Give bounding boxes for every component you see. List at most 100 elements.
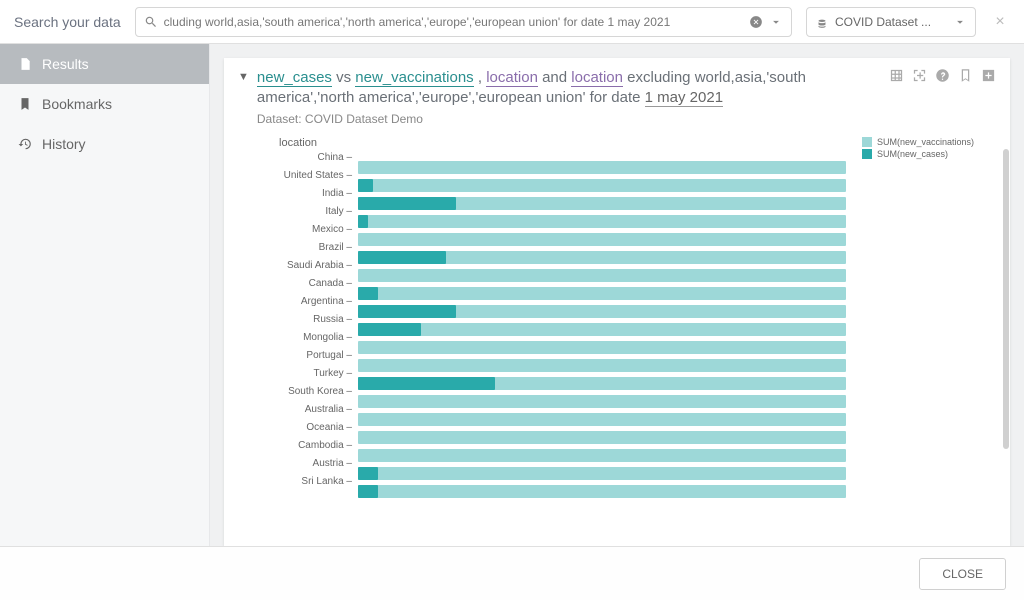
bar-row xyxy=(358,267,846,285)
bar-row xyxy=(358,159,846,177)
table-icon[interactable] xyxy=(889,68,904,83)
axis-label: Brazil – xyxy=(238,239,358,257)
bar-row xyxy=(358,177,846,195)
bar-row xyxy=(358,249,846,267)
scrollbar-thumb[interactable] xyxy=(1003,149,1009,449)
axis-label: Canada – xyxy=(238,275,358,293)
bar-row xyxy=(358,465,846,483)
card-action-icons xyxy=(889,68,996,83)
clear-query-icon[interactable] xyxy=(749,15,763,29)
chevron-down-icon[interactable] xyxy=(769,15,783,29)
bar-cases xyxy=(358,485,378,498)
axis-label: Oceania – xyxy=(238,419,358,437)
bookmark-outline-icon[interactable] xyxy=(958,68,973,83)
chart: location China –United States –India –It… xyxy=(224,131,1010,491)
sidebar: Results Bookmarks History xyxy=(0,44,210,546)
search-label: Search your data xyxy=(14,14,121,30)
help-icon[interactable] xyxy=(935,68,950,83)
sidebar-item-results[interactable]: Results xyxy=(0,44,209,84)
expand-icon[interactable] xyxy=(912,68,927,83)
bar-vaccinations xyxy=(358,395,846,408)
result-card: ▼ new_cases vs new_vaccinations , locati… xyxy=(224,58,1010,546)
bar-vaccinations xyxy=(358,359,846,372)
search-input[interactable]: cluding world,asia,'south america','nort… xyxy=(135,7,792,37)
bar-row xyxy=(358,231,846,249)
sidebar-item-history[interactable]: History xyxy=(0,124,209,164)
bar-vaccinations xyxy=(358,413,846,426)
card-header: ▼ new_cases vs new_vaccinations , locati… xyxy=(224,58,1010,131)
axis-label: Mexico – xyxy=(238,221,358,239)
bar-cases xyxy=(358,215,368,228)
axis-label: United States – xyxy=(238,167,358,185)
sidebar-item-label: History xyxy=(42,136,86,152)
search-query-text: cluding world,asia,'south america','nort… xyxy=(164,15,743,29)
legend-item: SUM(new_cases) xyxy=(862,149,996,159)
close-icon[interactable]: × xyxy=(990,13,1010,31)
dataset-icon xyxy=(815,15,829,29)
bar-vaccinations xyxy=(358,161,846,174)
dataset-selector[interactable]: COVID Dataset ... xyxy=(806,7,976,37)
bar-cases xyxy=(358,197,456,210)
search-icon xyxy=(144,15,158,29)
axis-label: Italy – xyxy=(238,203,358,221)
dataset-label: Dataset: COVID Dataset Demo xyxy=(257,111,889,127)
bar-vaccinations xyxy=(358,215,846,228)
content: ▼ new_cases vs new_vaccinations , locati… xyxy=(210,44,1024,546)
bar-row xyxy=(358,195,846,213)
sidebar-item-bookmarks[interactable]: Bookmarks xyxy=(0,84,209,124)
bar-vaccinations xyxy=(358,233,846,246)
body: Results Bookmarks History ▼ new_cases vs… xyxy=(0,44,1024,546)
bar-vaccinations xyxy=(358,179,846,192)
axis-label: Russia – xyxy=(238,311,358,329)
bar-row xyxy=(358,285,846,303)
axis-label: Mongolia – xyxy=(238,329,358,347)
bar-vaccinations xyxy=(358,341,846,354)
axis-label: Saudi Arabia – xyxy=(238,257,358,275)
bar-row xyxy=(358,321,846,339)
axis-label: South Korea – xyxy=(238,383,358,401)
bar-vaccinations xyxy=(358,323,846,336)
dataset-name: COVID Dataset ... xyxy=(835,15,947,29)
bar-row xyxy=(358,357,846,375)
footer: CLOSE xyxy=(0,546,1024,600)
axis-label: Sri Lanka – xyxy=(238,473,358,491)
legend: SUM(new_vaccinations) SUM(new_cases) xyxy=(846,137,996,481)
bar-vaccinations xyxy=(358,287,846,300)
bar-cases xyxy=(358,305,456,318)
bar-vaccinations xyxy=(358,485,846,498)
bar-row xyxy=(358,393,846,411)
axis-label: Australia – xyxy=(238,401,358,419)
axis-label: Cambodia – xyxy=(238,437,358,455)
bar-cases xyxy=(358,287,378,300)
bar-cases xyxy=(358,467,378,480)
bar-vaccinations xyxy=(358,431,846,444)
bar-cases xyxy=(358,323,421,336)
bar-cases xyxy=(358,377,495,390)
bar-row xyxy=(358,483,846,501)
bookmark-icon xyxy=(18,97,32,111)
close-button[interactable]: CLOSE xyxy=(919,558,1006,590)
bar-row xyxy=(358,339,846,357)
file-icon xyxy=(18,57,32,71)
bar-row xyxy=(358,411,846,429)
axis-label: Austria – xyxy=(238,455,358,473)
bar-cases xyxy=(358,179,373,192)
result-title: new_cases vs new_vaccinations , location… xyxy=(257,68,889,109)
axis-label: China – xyxy=(238,149,358,167)
sidebar-item-label: Results xyxy=(42,56,89,72)
bar-cases xyxy=(358,251,446,264)
axis-label: India – xyxy=(238,185,358,203)
chevron-down-icon[interactable] xyxy=(953,15,967,29)
swatch xyxy=(862,137,872,147)
bar-row xyxy=(358,375,846,393)
axis-label: Argentina – xyxy=(238,293,358,311)
collapse-icon[interactable]: ▼ xyxy=(238,71,249,83)
plus-square-icon[interactable] xyxy=(981,68,996,83)
legend-item: SUM(new_vaccinations) xyxy=(862,137,996,147)
axis-label: Turkey – xyxy=(238,365,358,383)
bar-row xyxy=(358,303,846,321)
swatch xyxy=(862,149,872,159)
bar-vaccinations xyxy=(358,449,846,462)
history-icon xyxy=(18,137,32,151)
axis-title: location xyxy=(238,137,358,149)
